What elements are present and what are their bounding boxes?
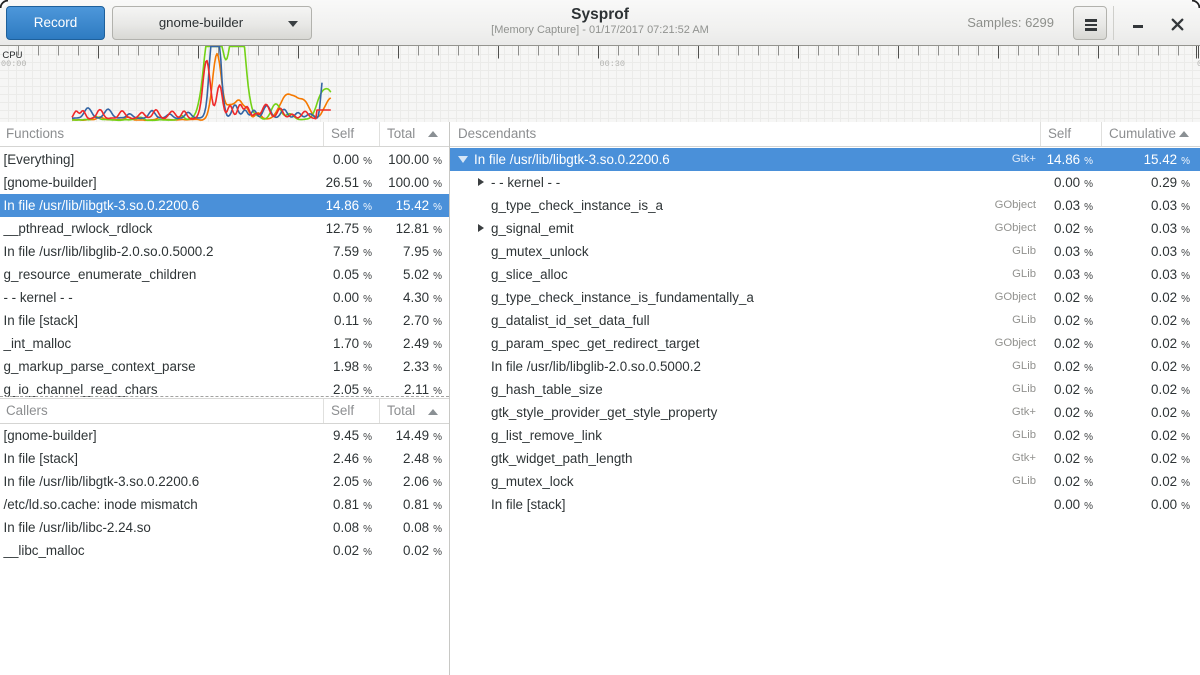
svg-text:00:00: 00:00 xyxy=(1,59,27,69)
svg-text:00:30: 00:30 xyxy=(600,59,626,69)
